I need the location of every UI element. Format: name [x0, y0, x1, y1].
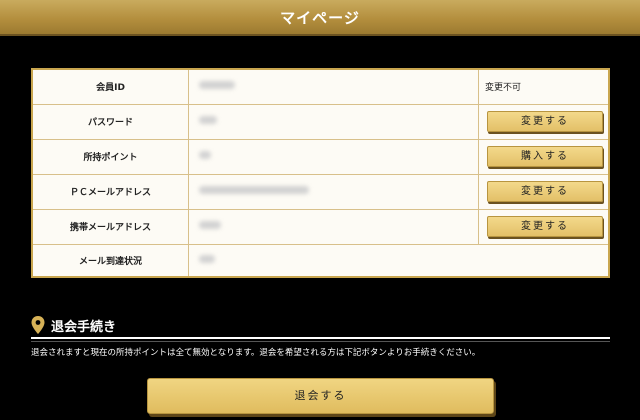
blurred-value	[199, 81, 236, 90]
blurred-value	[199, 151, 212, 159]
password-value	[188, 103, 480, 140]
table-row: 会員ID 変更不可	[31, 68, 610, 105]
page-title: マイページ	[280, 8, 360, 27]
table-row: 携帯メールアドレス 変更する	[31, 208, 610, 245]
mail-status-value	[188, 243, 610, 278]
blurred-value	[199, 221, 222, 229]
blurred-value	[199, 116, 218, 124]
points-value	[188, 138, 480, 175]
pc-email-value	[188, 173, 480, 210]
blurred-value	[199, 186, 310, 194]
map-pin-icon	[31, 316, 45, 334]
member-id-value	[188, 68, 480, 105]
blurred-value	[199, 254, 216, 263]
withdraw-button[interactable]: 退会する	[147, 378, 494, 414]
table-row: メール到達状況	[31, 243, 610, 278]
row-label-mail-status: メール到達状況	[31, 243, 190, 278]
table-row: パスワード 変更する	[31, 103, 610, 140]
row-label-pc-email: ＰＣメールアドレス	[31, 173, 190, 210]
unchangeable-text: 変更不可	[485, 83, 522, 94]
change-pc-email-button[interactable]: 変更する	[487, 181, 604, 202]
password-action-cell: 変更する	[478, 103, 610, 140]
change-mobile-email-button[interactable]: 変更する	[487, 216, 604, 237]
row-label-member-id: 会員ID	[31, 68, 190, 105]
table-row: ＰＣメールアドレス 変更する	[31, 173, 610, 210]
table-row: 所持ポイント 購入する	[31, 138, 610, 175]
mobile-email-action-cell: 変更する	[478, 208, 610, 245]
mobile-email-value	[188, 208, 480, 245]
withdraw-title: 退会手続き	[51, 319, 117, 335]
withdraw-section-heading: 退会手続き	[31, 313, 610, 342]
row-label-password: パスワード	[31, 103, 190, 140]
withdraw-notice: 退会されますと現在の所持ポイントは全て無効となります。退会を希望される方は下記ボ…	[31, 348, 481, 358]
account-info-table: 会員ID 変更不可 パスワード 変更する 所持ポイント 購入する ＰＣメールアド…	[31, 68, 610, 278]
buy-points-button[interactable]: 購入する	[487, 146, 604, 167]
pc-email-action-cell: 変更する	[478, 173, 610, 210]
change-password-button[interactable]: 変更する	[487, 111, 604, 132]
page-header: マイページ	[0, 0, 640, 36]
row-label-mobile-email: 携帯メールアドレス	[31, 208, 190, 245]
row-label-points: 所持ポイント	[31, 138, 190, 175]
member-id-action-cell: 変更不可	[478, 68, 610, 105]
points-action-cell: 購入する	[478, 138, 610, 175]
